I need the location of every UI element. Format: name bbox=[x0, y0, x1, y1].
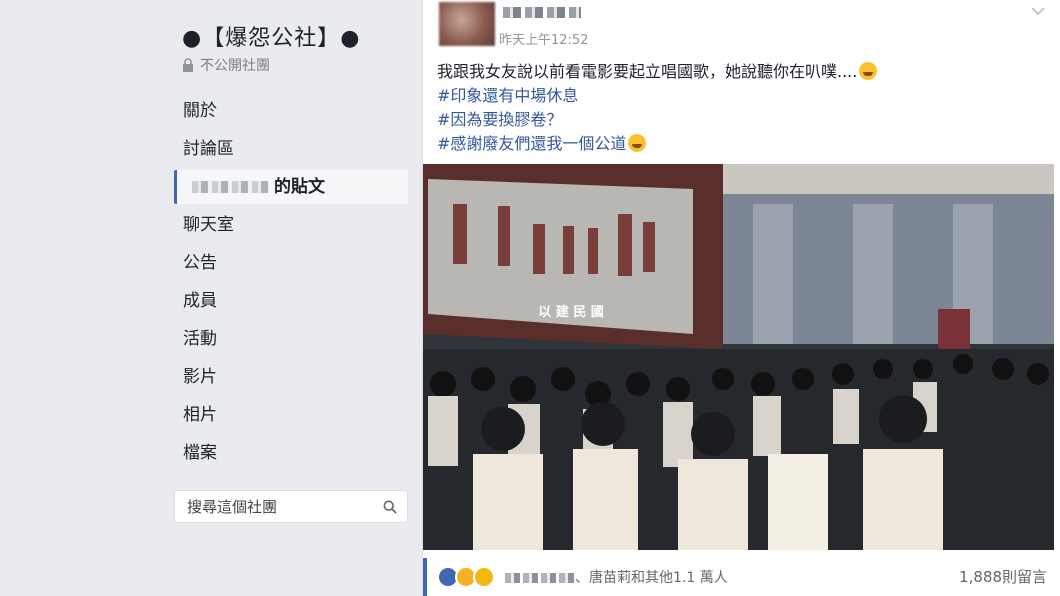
blurred-author-name bbox=[503, 7, 581, 18]
screen-caption: 以 建 民 國 bbox=[538, 304, 604, 320]
reaction-summary-text: 、唐苗莉和其他1.1 萬人 bbox=[575, 570, 728, 586]
sidebar-item-members[interactable]: 成員 bbox=[174, 284, 408, 318]
cinema-photo: 以 建 民 國 bbox=[423, 164, 1054, 550]
sidebar-item-about[interactable]: 關於 bbox=[174, 94, 408, 128]
sidebar-item-photos[interactable]: 相片 bbox=[174, 398, 408, 432]
footer-accent-bar bbox=[423, 558, 427, 596]
sidebar-item-discussion[interactable]: 討論區 bbox=[174, 132, 408, 166]
sidebar-item-events[interactable]: 活動 bbox=[174, 322, 408, 356]
post-body: 我跟我女友說以前看電影要起立唱國歌，她說聽你在叭噗.... #印象還有中場休息 … bbox=[437, 60, 1037, 156]
sidebar-item-videos[interactable]: 影片 bbox=[174, 360, 408, 394]
sidebar-item-files[interactable]: 檔案 bbox=[174, 436, 408, 470]
post-card: 昨天上午12:52 我跟我女友說以前看電影要起立唱國歌，她說聽你在叭噗.... … bbox=[422, 0, 1060, 596]
post-text-line: #感謝廢友們還我一個公道 bbox=[437, 132, 1037, 156]
search-icon[interactable] bbox=[383, 499, 397, 515]
wow-icon bbox=[473, 566, 495, 588]
group-search[interactable] bbox=[174, 490, 408, 523]
post-author[interactable] bbox=[503, 7, 581, 18]
laughing-emoji-icon bbox=[628, 134, 647, 152]
sidebar-item-announcements[interactable]: 公告 bbox=[174, 246, 408, 280]
post-text-line: 我跟我女友說以前看電影要起立唱國歌，她說聽你在叭噗.... bbox=[437, 60, 1037, 84]
blurred-member-name bbox=[192, 181, 270, 193]
avatar[interactable] bbox=[439, 2, 495, 46]
group-privacy-label: 不公開社團 bbox=[200, 58, 270, 74]
reaction-summary[interactable]: 、唐苗莉和其他1.1 萬人 bbox=[505, 567, 728, 587]
chevron-down-icon[interactable] bbox=[1031, 6, 1045, 16]
hashtag-link[interactable]: #感謝廢友們還我一個公道 bbox=[437, 134, 626, 153]
hashtag-link[interactable]: #因為要換膠卷？ bbox=[437, 108, 1037, 132]
group-title[interactable]: ●【爆怨公社】● bbox=[182, 20, 360, 52]
post-footer: 、唐苗莉和其他1.1 萬人 1,888則留言 bbox=[423, 558, 1060, 596]
post-photo[interactable]: 以 建 民 國 bbox=[423, 164, 1054, 550]
group-nav: 關於 討論區 的貼文 聊天室 公告 成員 活動 影片 相片 檔案 bbox=[174, 94, 408, 474]
emoji-icon bbox=[859, 62, 878, 80]
comments-count[interactable]: 1,888則留言 bbox=[959, 566, 1047, 587]
lock-icon bbox=[183, 58, 193, 72]
group-privacy: 不公開社團 bbox=[182, 55, 270, 75]
search-input[interactable] bbox=[185, 496, 383, 517]
sidebar-item-label: 的貼文 bbox=[274, 177, 325, 197]
group-sidebar: ●【爆怨公社】● 不公開社團 關於 討論區 的貼文 聊天室 公告 成員 活動 影… bbox=[0, 0, 420, 596]
post-timestamp[interactable]: 昨天上午12:52 bbox=[499, 29, 588, 48]
sidebar-item-chat[interactable]: 聊天室 bbox=[174, 208, 408, 242]
post-message: 我跟我女友說以前看電影要起立唱國歌，她說聽你在叭噗.... bbox=[437, 62, 858, 81]
reaction-icons[interactable] bbox=[437, 566, 495, 588]
blurred-names bbox=[505, 573, 575, 583]
sidebar-item-member-posts[interactable]: 的貼文 bbox=[174, 170, 408, 204]
hashtag-link[interactable]: #印象還有中場休息 bbox=[437, 84, 1037, 108]
